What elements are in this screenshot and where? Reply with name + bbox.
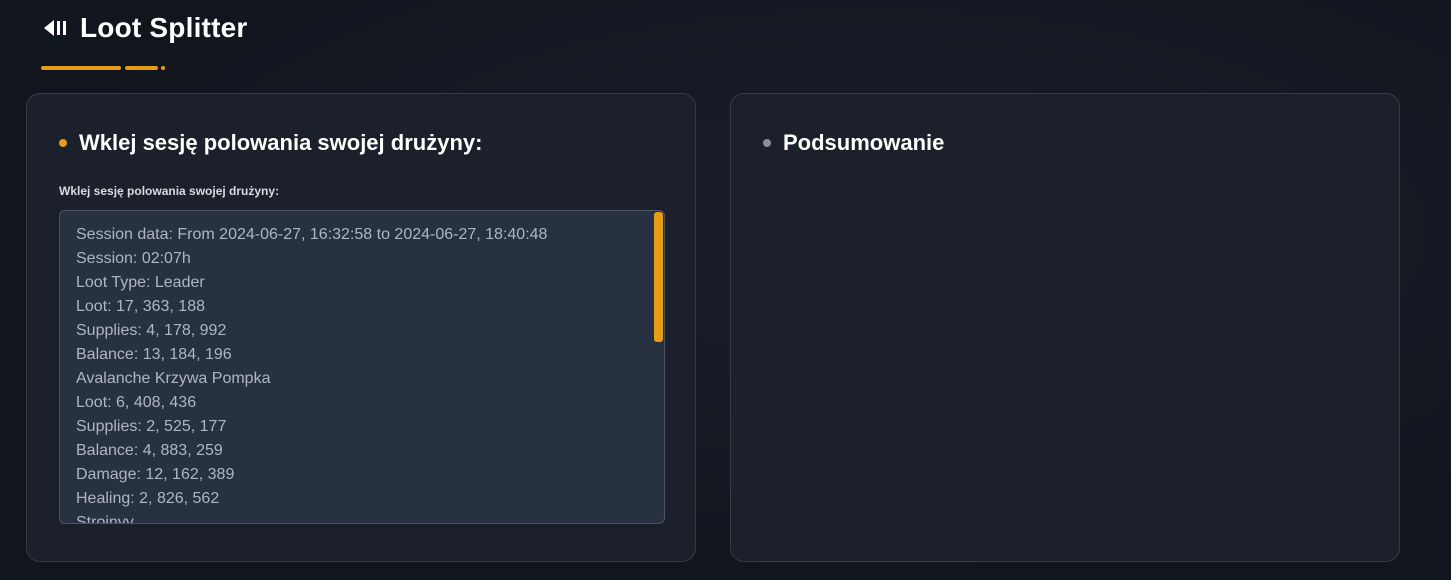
- bullet-icon: [59, 139, 67, 147]
- session-textarea[interactable]: Session data: From 2024-06-27, 16:32:58 …: [59, 210, 665, 524]
- session-text[interactable]: Session data: From 2024-06-27, 16:32:58 …: [76, 223, 640, 524]
- page-title: Loot Splitter: [80, 12, 248, 43]
- back-play-icon[interactable]: [42, 18, 72, 38]
- summary-panel: Podsumowanie: [730, 93, 1400, 562]
- session-input-panel: Wklej sesję polowania swojej drużyny: Wk…: [26, 93, 696, 562]
- session-line: Supplies: 2, 525, 177: [76, 418, 227, 435]
- underline-segment: [161, 66, 165, 70]
- session-line: Damage: 12, 162, 389: [76, 466, 235, 483]
- scrollbar-thumb[interactable]: [654, 212, 663, 342]
- panel-title: Wklej sesję polowania swojej drużyny:: [79, 130, 483, 155]
- session-line: Balance: 4, 883, 259: [76, 442, 223, 459]
- session-line: Avalanche Krzywa Pompka: [76, 370, 271, 387]
- session-line: Session: 02:07h: [76, 250, 191, 267]
- session-line: Loot Type: Leader: [76, 274, 205, 291]
- title-underline: [41, 66, 171, 70]
- session-line: Balance: 13, 184, 196: [76, 346, 232, 363]
- session-line: Supplies: 4, 178, 992: [76, 322, 227, 339]
- session-line: Strojnyy: [76, 514, 134, 524]
- session-line: Loot: 6, 408, 436: [76, 394, 197, 411]
- session-line: Session data: From 2024-06-27, 16:32:58 …: [76, 226, 548, 243]
- session-line: Healing: 2, 826, 562: [76, 490, 220, 507]
- panel-heading: Podsumowanie: [763, 130, 944, 156]
- session-line: Loot: 17, 363, 188: [76, 298, 205, 315]
- field-label: Wklej sesję polowania swojej drużyny:: [59, 184, 280, 198]
- underline-segment: [41, 66, 121, 70]
- page-header: Loot Splitter: [42, 12, 247, 44]
- bullet-icon: [763, 139, 771, 147]
- panel-title: Podsumowanie: [783, 130, 945, 155]
- panel-heading: Wklej sesję polowania swojej drużyny:: [59, 130, 482, 156]
- underline-segment: [125, 66, 158, 70]
